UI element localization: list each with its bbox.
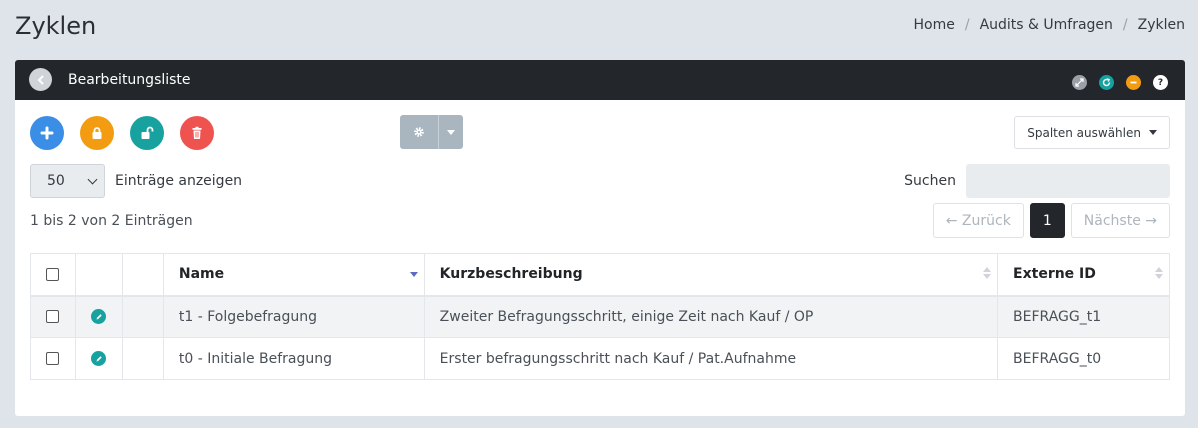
breadcrumb-separator: / xyxy=(1122,17,1128,33)
blank-column-header xyxy=(121,253,164,297)
breadcrumb: Home / Audits & Umfragen / Zyklen xyxy=(914,17,1186,33)
search-label: Suchen xyxy=(904,173,956,189)
gear-icon xyxy=(414,127,424,137)
row-external-id: BEFRAGG_t1 xyxy=(997,295,1170,338)
settings-caret-button[interactable] xyxy=(438,115,463,149)
row-external-id: BEFRAGG_t0 xyxy=(997,337,1170,380)
column-header-name[interactable]: Name xyxy=(162,253,425,297)
refresh-icon[interactable] xyxy=(1099,75,1114,90)
chevron-left-icon xyxy=(37,75,43,84)
page-length-label: Einträge anzeigen xyxy=(115,173,243,189)
select-all-checkbox[interactable] xyxy=(46,267,60,281)
page-title: Zyklen xyxy=(15,12,97,40)
add-button[interactable] xyxy=(30,116,64,150)
row-blank-cell xyxy=(121,295,164,338)
column-header-external-id[interactable]: Externe ID xyxy=(997,253,1170,297)
column-header-description-label: Kurzbeschreibung xyxy=(439,266,583,283)
edit-list-panel: Bearbeitungsliste ? Spalten auswählen 50… xyxy=(15,60,1185,416)
lock-button[interactable] xyxy=(80,116,114,150)
row-name: t0 - Initiale Befragung xyxy=(162,337,425,380)
help-icon[interactable]: ? xyxy=(1153,75,1168,90)
column-header-external-id-label: Externe ID xyxy=(1013,266,1096,283)
select-columns-button[interactable]: Spalten auswählen xyxy=(1014,116,1170,149)
breadcrumb-audits[interactable]: Audits & Umfragen xyxy=(980,17,1113,33)
pagination: ← Zurück 1 Nächste → xyxy=(932,203,1170,238)
unlock-button[interactable] xyxy=(130,116,164,150)
table-header-row: Name Kurzbeschreibung Externe ID xyxy=(30,253,1170,297)
unlock-icon xyxy=(141,126,154,139)
column-header-name-label: Name xyxy=(178,266,225,283)
sort-icon xyxy=(1155,267,1163,279)
edit-column-header xyxy=(74,253,123,297)
delete-button[interactable] xyxy=(180,116,214,150)
panel-header: Bearbeitungsliste ? xyxy=(15,60,1185,100)
breadcrumb-separator: / xyxy=(964,17,970,33)
select-columns-label: Spalten auswählen xyxy=(1027,125,1141,140)
search-control: Suchen xyxy=(904,164,1170,198)
plus-icon xyxy=(40,126,54,140)
row-checkbox[interactable] xyxy=(46,352,60,365)
column-header-description[interactable]: Kurzbeschreibung xyxy=(423,253,999,297)
search-input[interactable] xyxy=(966,164,1170,198)
chevron-down-icon xyxy=(87,174,98,184)
pagination-page-1[interactable]: 1 xyxy=(1029,203,1065,238)
row-description: Zweiter Befragungsschritt, einige Zeit n… xyxy=(423,295,999,338)
page-length-control: 50 Einträge anzeigen xyxy=(30,164,242,198)
table-info: 1 bis 2 von 2 Einträgen xyxy=(30,213,193,229)
row-edit-cell xyxy=(74,295,123,338)
table-row[interactable]: t1 - Folgebefragung Zweiter Befragungssc… xyxy=(30,295,1170,338)
pencil-icon[interactable] xyxy=(91,351,107,366)
action-toolbar xyxy=(30,116,214,150)
select-all-cell xyxy=(30,253,76,297)
caret-down-icon xyxy=(447,129,455,135)
row-description: Erster befragungsschritt nach Kauf / Pat… xyxy=(423,337,999,380)
settings-dropdown xyxy=(400,115,463,149)
breadcrumb-current: Zyklen xyxy=(1137,17,1185,33)
sort-icon xyxy=(983,267,992,279)
row-name: t1 - Folgebefragung xyxy=(162,295,425,338)
settings-button[interactable] xyxy=(400,115,438,149)
row-select-cell xyxy=(30,295,76,338)
caret-down-icon xyxy=(1149,130,1157,135)
trash-icon xyxy=(192,126,202,139)
breadcrumb-home[interactable]: Home xyxy=(914,17,955,33)
row-select-cell xyxy=(30,337,76,380)
back-button[interactable] xyxy=(29,68,52,91)
minimize-icon[interactable] xyxy=(1126,75,1141,90)
panel-title: Bearbeitungsliste xyxy=(68,72,191,88)
pagination-next[interactable]: Nächste → xyxy=(1070,203,1170,238)
data-table: Name Kurzbeschreibung Externe ID t1 - Fo… xyxy=(30,253,1170,380)
lock-icon xyxy=(92,127,102,139)
page-length-select[interactable]: 50 xyxy=(30,164,105,198)
pencil-icon[interactable] xyxy=(91,309,107,325)
table-row[interactable]: t0 - Initiale Befragung Erster befragung… xyxy=(30,337,1170,380)
row-blank-cell xyxy=(121,337,164,380)
expand-icon[interactable] xyxy=(1072,75,1087,90)
row-edit-cell xyxy=(74,337,123,380)
row-checkbox[interactable] xyxy=(46,310,60,324)
panel-tools: ? xyxy=(1072,75,1168,90)
page-length-value: 50 xyxy=(47,173,65,189)
pagination-previous[interactable]: ← Zurück xyxy=(932,203,1024,238)
sort-descending-icon xyxy=(409,272,418,277)
